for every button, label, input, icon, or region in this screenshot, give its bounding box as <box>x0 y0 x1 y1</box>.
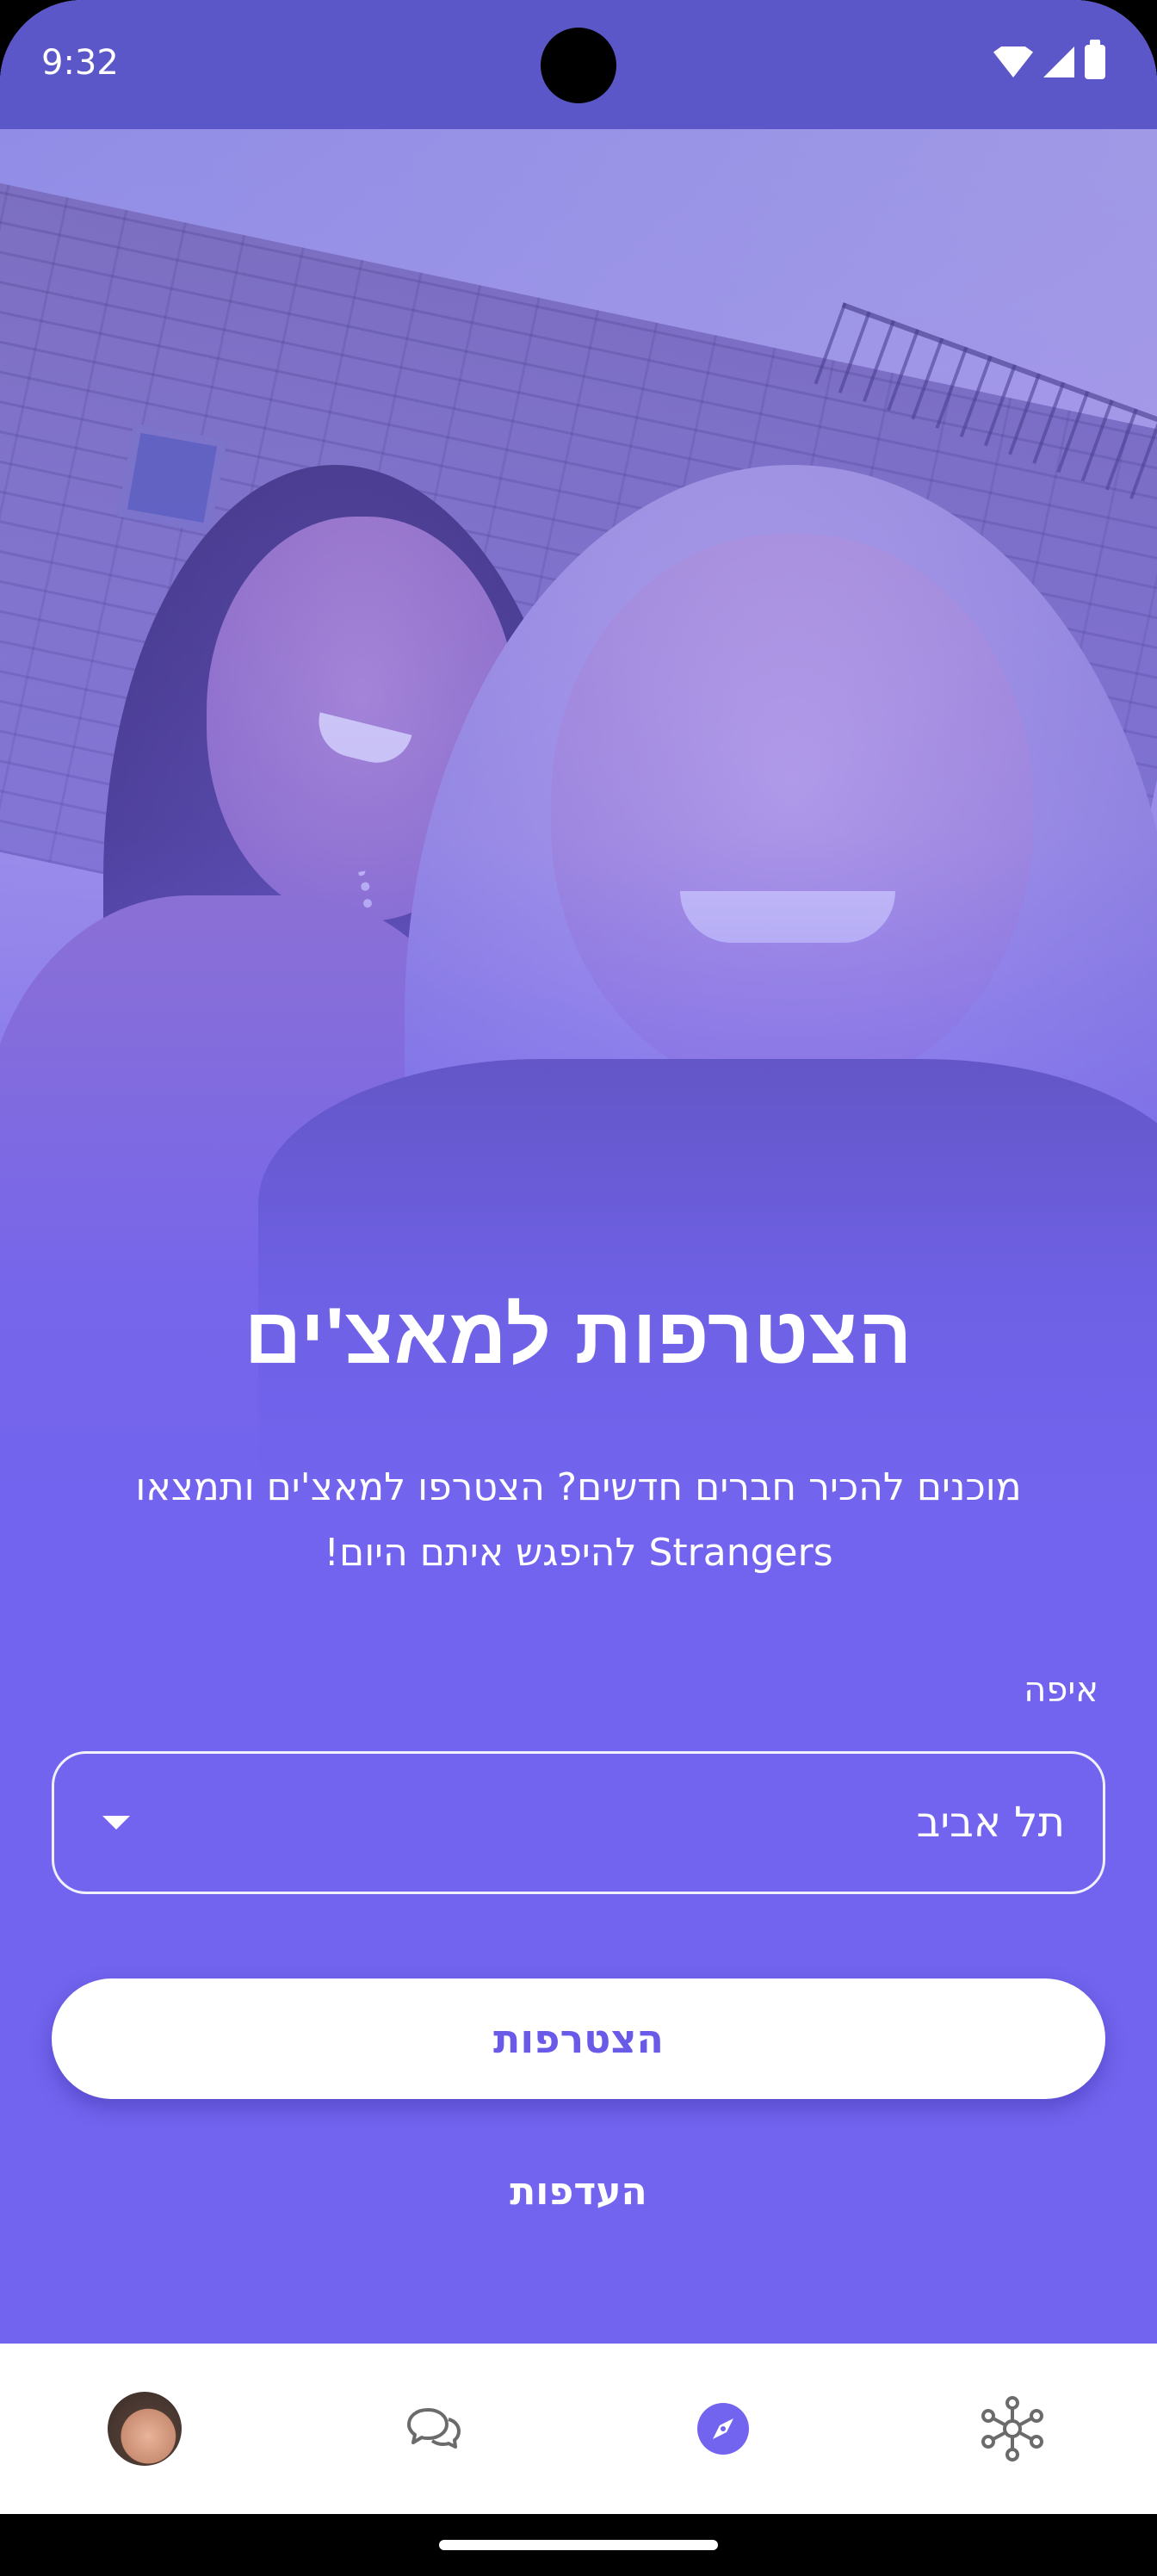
page-description: מוכנים להכיר חברים חדשים? הצטרפו למאצ'ים… <box>135 1465 1022 1575</box>
wifi-icon <box>993 46 1033 77</box>
bottom-nav <box>0 2344 1157 2514</box>
battery-icon <box>1085 40 1105 79</box>
location-label: איפה <box>1024 1670 1098 1710</box>
nav-item-network[interactable] <box>926 2344 1098 2514</box>
location-select[interactable]: תל אביב <box>52 1751 1105 1894</box>
nav-item-profile[interactable] <box>59 2344 231 2514</box>
signal-icon <box>1043 46 1074 77</box>
status-icons <box>993 40 1105 79</box>
location-value: תל אביב <box>916 1799 1065 1847</box>
join-button[interactable]: הצטרפות <box>52 1978 1105 2099</box>
join-button-label: הצטרפות <box>492 2016 665 2062</box>
hero-photo <box>0 0 1157 1515</box>
status-bar: 9:32 <box>0 0 1157 129</box>
chat-bubbles-icon <box>407 2408 461 2449</box>
page-title: הצטרפות למאצ'ים <box>244 1292 913 1380</box>
chevron-down-icon <box>102 1816 130 1830</box>
status-time: 9:32 <box>41 43 119 83</box>
nav-item-discover[interactable] <box>637 2344 809 2514</box>
network-icon <box>981 2396 1043 2461</box>
app-screen: 9:32 הצטרפות למאצ'ים מוכנים להכיר חברים … <box>0 0 1157 2576</box>
avatar <box>108 2392 182 2466</box>
camera-cutout <box>541 28 616 103</box>
home-indicator[interactable] <box>439 2540 718 2550</box>
nav-item-chats[interactable] <box>348 2344 520 2514</box>
compass-icon <box>697 2403 749 2455</box>
preferences-link[interactable]: העדפות <box>0 2170 1157 2214</box>
